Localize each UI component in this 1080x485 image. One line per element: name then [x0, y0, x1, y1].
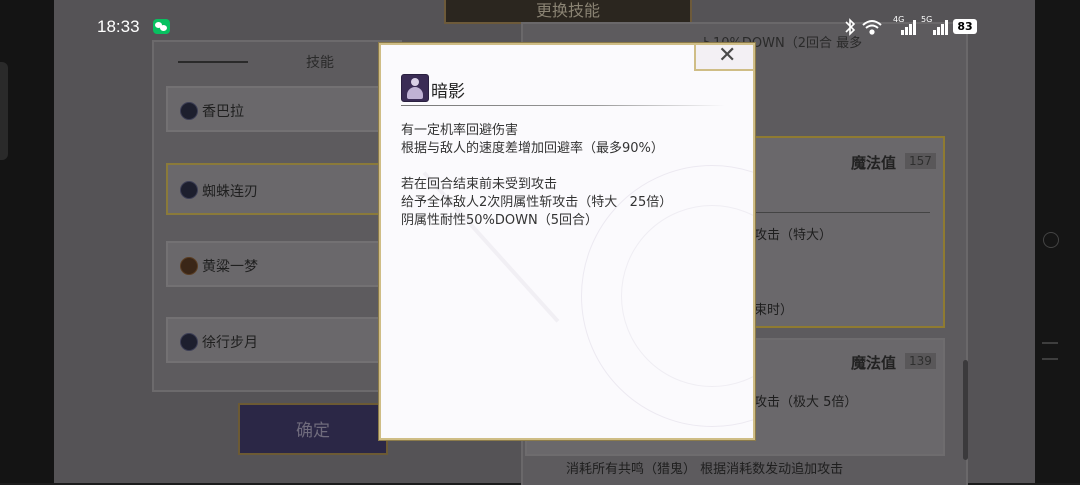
detail-card1-line1: 攻击（特大） — [754, 228, 833, 243]
description-line: 给予全体敌人2次阴属性斩攻击（特大 25倍） — [401, 195, 673, 210]
skill-item-label: 香巴拉 — [202, 104, 244, 120]
mp-value: 157 — [905, 153, 936, 169]
mp-label: 魔法值 — [851, 354, 897, 372]
menu-lines-icon — [1042, 342, 1058, 360]
skill-orb-icon — [180, 333, 198, 351]
mp-value: 139 — [905, 353, 936, 369]
status-icons: 4G 5G — [843, 15, 951, 37]
skill-icon — [401, 74, 429, 102]
skill-item-2[interactable]: 黄粱一梦 — [166, 241, 396, 287]
skill-item-3[interactable]: 徐行步月 — [166, 317, 396, 363]
skill-item-label: 黄粱一梦 — [202, 259, 258, 275]
skill-icon-body — [407, 87, 423, 99]
skill-orb-icon — [180, 102, 198, 120]
skill-item-label: 徐行步月 — [202, 335, 258, 351]
modal-divider — [401, 105, 725, 106]
skill-list-header: 技能 — [170, 52, 370, 72]
wechat-icon — [153, 19, 170, 34]
description-line: 阴属性耐性50%DOWN（5回合） — [401, 213, 598, 228]
skill-item-0[interactable]: 香巴拉 — [166, 86, 396, 132]
description-gap — [401, 158, 741, 176]
detail-card1-line2: 束时） — [754, 303, 794, 318]
detail-bottom-text: 消耗所有共鸣（猎鬼） 根据消耗数发动追加攻击 — [566, 462, 844, 477]
skill-item-label: 蜘蛛连刃 — [202, 184, 258, 200]
modal-title: 暗影 — [431, 82, 465, 102]
status-time: 18:33 — [97, 17, 140, 36]
status-bar: 18:33 4G 5G 83 — [0, 0, 1080, 40]
skill-description: 有一定机率回避伤害 根据与敌人的速度差增加回避率（最多90%） 若在回合结束前未… — [401, 122, 741, 230]
screen-edge-left — [0, 0, 54, 483]
bluetooth-icon — [845, 18, 856, 36]
description-line: 根据与敌人的速度差增加回避率（最多90%） — [401, 141, 664, 156]
description-line: 有一定机率回避伤害 — [401, 123, 519, 138]
description-line: 若在回合结束前未受到攻击 — [401, 177, 558, 192]
skill-item-1[interactable]: 蜘蛛连刃 — [166, 163, 396, 215]
battery-icon: 83 — [953, 19, 977, 34]
side-handle — [0, 62, 8, 160]
confirm-button[interactable]: 确定 — [238, 403, 388, 455]
skill-info-modal: ✕ 暗影 有一定机率回避伤害 根据与敌人的速度差增加回避率（最多90%） 若在回… — [379, 43, 755, 440]
mp-label: 魔法值 — [851, 154, 897, 172]
skill-list-header-label: 技能 — [306, 55, 334, 71]
5g-signal-icon — [933, 20, 948, 35]
header-ornament — [178, 61, 248, 63]
network-4g-label: 4G — [893, 15, 905, 24]
skill-orb-icon — [180, 257, 198, 275]
network-5g-label: 5G — [921, 15, 933, 24]
detail-card2-line1: 攻击（极大 5倍） — [754, 395, 858, 410]
circle-icon — [1043, 232, 1059, 248]
close-icon[interactable]: ✕ — [718, 45, 736, 68]
wifi-icon — [862, 20, 882, 35]
close-tab[interactable]: ✕ — [694, 45, 753, 71]
skill-orb-icon — [180, 181, 198, 199]
detail-scrollbar[interactable] — [963, 360, 968, 460]
skill-icon-head — [411, 78, 419, 86]
